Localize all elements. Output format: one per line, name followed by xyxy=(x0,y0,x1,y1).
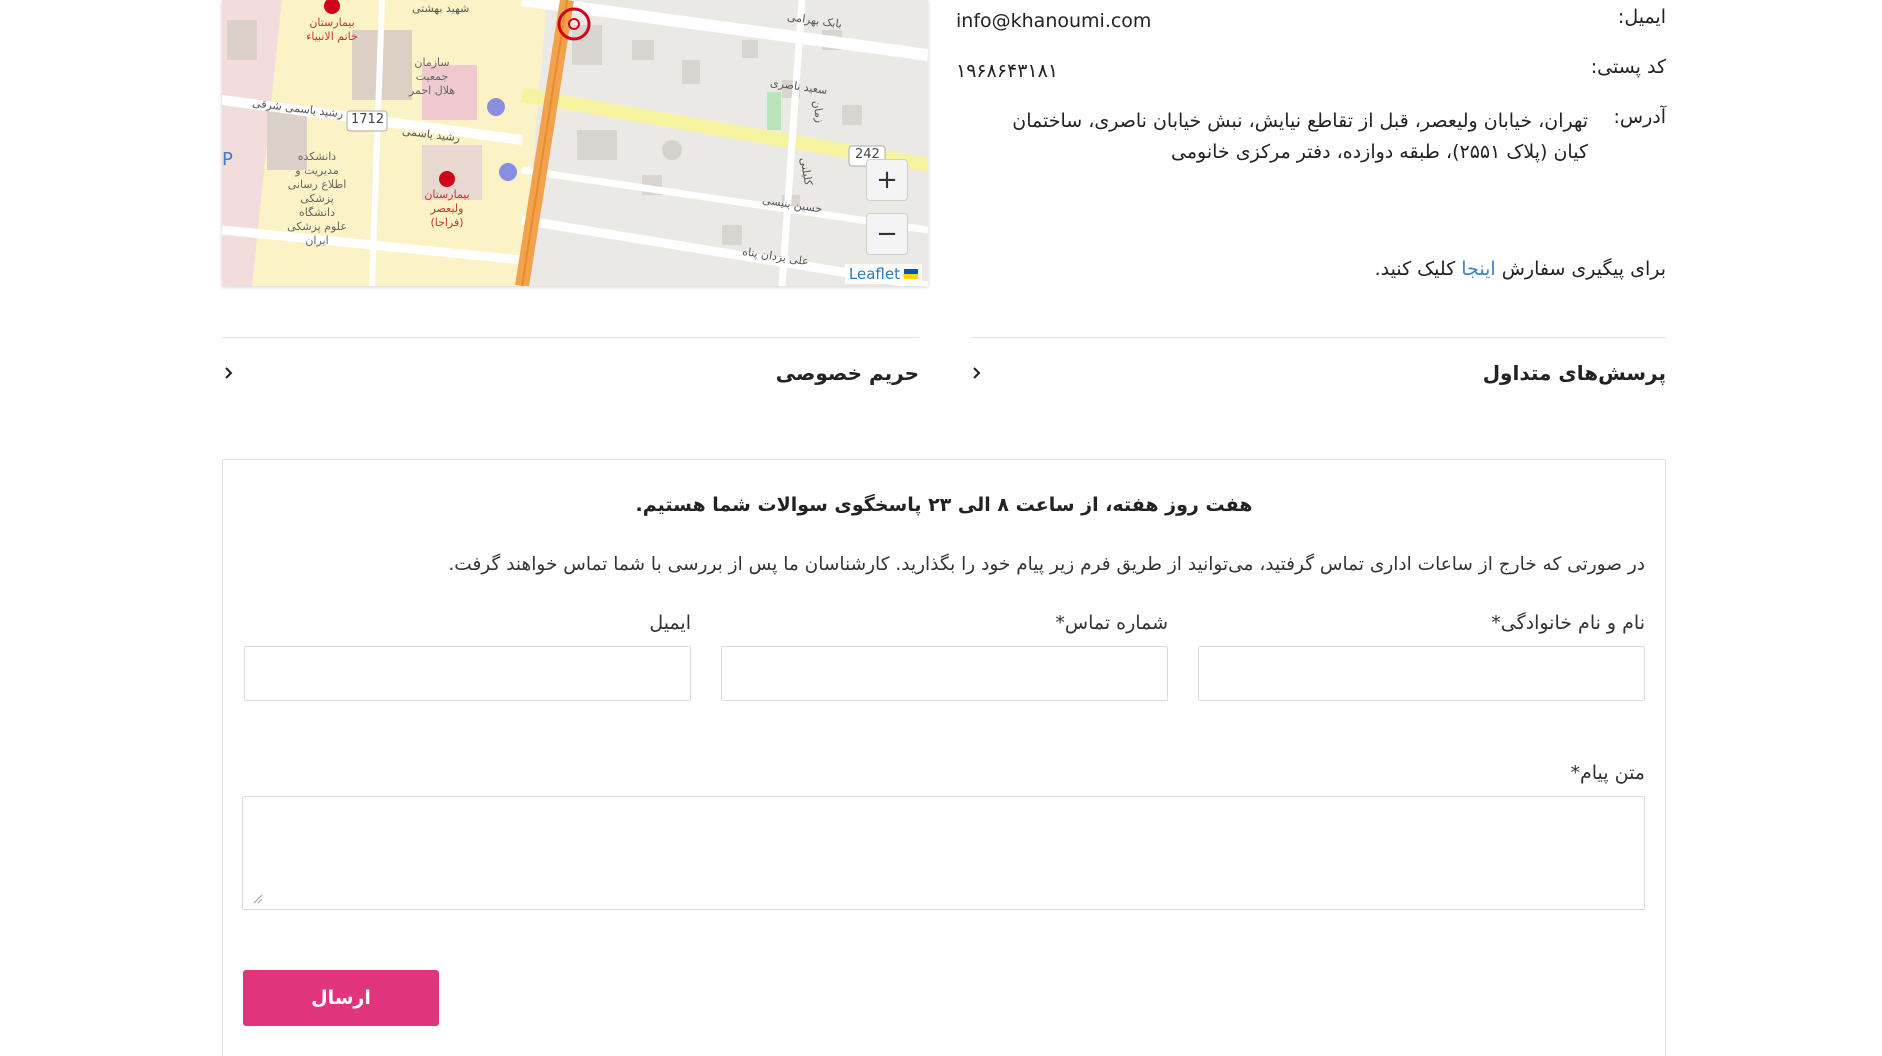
email-field-label: ایمیل xyxy=(649,612,691,634)
ukraine-flag-icon xyxy=(904,269,918,279)
postal-label: کد پستی: xyxy=(1590,56,1666,78)
address-row: آدرس: تهران، خیابان ولیعصر، قبل از تقاطع… xyxy=(956,106,1666,168)
track-prefix: برای پیگیری سفارش xyxy=(1501,258,1666,280)
phone-input[interactable] xyxy=(721,646,1168,701)
message-label: متن پیام* xyxy=(1570,762,1646,784)
faq-title: پرسش‌های متداول xyxy=(1482,360,1666,385)
email-input[interactable] xyxy=(244,646,691,701)
map-place-label: دانشکده مدیریت و اطلاع رسانی پزشکی دانشگ… xyxy=(287,150,347,247)
submit-button[interactable]: ارسال xyxy=(243,970,439,1026)
location-map[interactable]: P 1712 242 شهید بهشتی بابک بهرامی سعید ن… xyxy=(222,0,928,286)
track-suffix: کلیک کنید. xyxy=(1374,258,1456,280)
contact-form-card: هفت روز هفته، از ساعت ۸ الی ۲۳ پاسخگوی س… xyxy=(222,459,1666,1056)
email-label: ایمیل: xyxy=(1617,6,1666,28)
map-place-label: بیمارستان ولیعصر (فراجا) xyxy=(424,188,470,229)
track-order-link[interactable]: اینجا xyxy=(1461,258,1495,280)
map-attribution[interactable]: Leaflet xyxy=(844,264,922,284)
map-zoom-out-button[interactable]: − xyxy=(866,213,908,255)
order-tracking-text: برای پیگیری سفارش اینجا کلیک کنید. xyxy=(1375,258,1666,280)
map-street-label: شهید بهشتی xyxy=(412,2,470,15)
map-badge-1712: 1712 xyxy=(351,112,385,127)
address-value: تهران، خیابان ولیعصر، قبل از تقاطع نیایش… xyxy=(1012,110,1588,163)
form-headline: هفت روز هفته، از ساعت ۸ الی ۲۳ پاسخگوی س… xyxy=(635,494,1253,516)
privacy-accordion[interactable]: حریم خصوصی xyxy=(222,337,919,407)
svg-text:P: P xyxy=(222,149,233,170)
map-zoom-in-button[interactable]: + xyxy=(866,159,908,201)
postal-value: ۱۹۶۸۶۴۳۱۸۱ xyxy=(956,60,1059,82)
address-label: آدرس: xyxy=(1613,106,1666,128)
name-input[interactable] xyxy=(1198,646,1645,701)
faq-accordion[interactable]: پرسش‌های متداول xyxy=(970,337,1666,407)
postal-row: کد پستی: ۱۹۶۸۶۴۳۱۸۱ xyxy=(956,56,1666,87)
map-place-label: بیمارستان خاتم الانبیاء xyxy=(306,16,358,43)
chevron-right-icon xyxy=(970,366,984,380)
form-description: در صورتی که خارج از ساعات اداری تماس گرف… xyxy=(448,554,1645,575)
resize-handle-icon[interactable] xyxy=(253,889,263,904)
email-value[interactable]: info@khanoumi.com xyxy=(956,10,1151,32)
map-place-label: سازمان جمعیت هلال احمر xyxy=(408,56,456,97)
email-value-wrap: info@khanoumi.com xyxy=(956,6,1588,37)
privacy-title: حریم خصوصی xyxy=(775,360,919,385)
email-row: ایمیل: info@khanoumi.com xyxy=(956,6,1666,37)
phone-label: شماره تماس* xyxy=(1055,612,1168,634)
chevron-right-icon xyxy=(222,366,236,380)
message-textarea[interactable] xyxy=(242,796,1645,910)
leaflet-link[interactable]: Leaflet xyxy=(849,265,900,283)
name-label: نام و نام خانوادگی* xyxy=(1491,612,1645,634)
